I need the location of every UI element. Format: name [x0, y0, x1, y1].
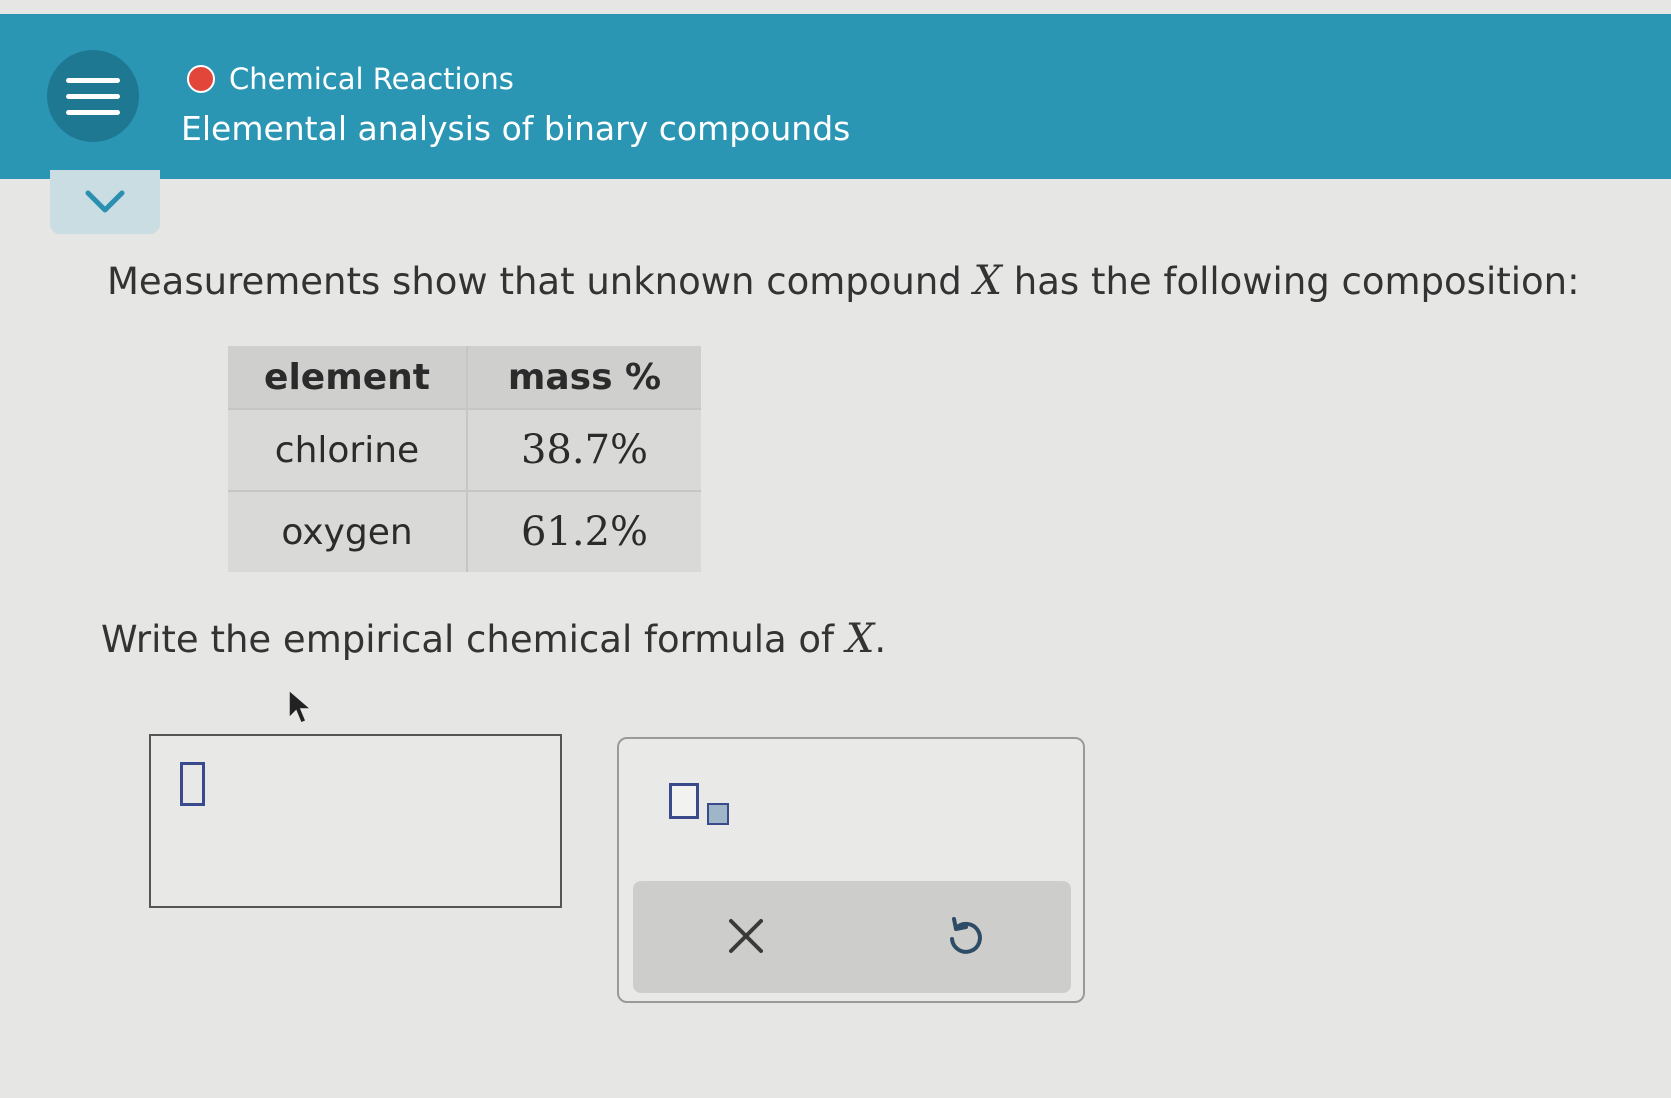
mouse-cursor-icon	[288, 688, 313, 724]
page-title: Elemental analysis of binary compounds	[181, 109, 851, 148]
element-cell: chlorine	[228, 408, 468, 491]
mass-percent-cell: 61.2%	[467, 490, 701, 572]
question-outro: has the following composition:	[1002, 260, 1580, 303]
question-text: Measurements show that unknown compound …	[107, 258, 1580, 304]
header-bar: Chemical Reactions Elemental analysis of…	[0, 14, 1671, 179]
column-header-element: element	[228, 346, 468, 409]
table-header-row: element mass %	[228, 346, 701, 409]
column-header-mass: mass %	[467, 346, 701, 409]
instruction-variable: X	[845, 616, 875, 662]
formula-toolbox	[617, 737, 1085, 1003]
topic-title: Chemical Reactions	[229, 62, 514, 96]
action-bar	[633, 881, 1071, 993]
instruction-end: .	[874, 618, 887, 661]
topic-breadcrumb: Chemical Reactions	[187, 62, 514, 96]
instruction-text: Write the empirical chemical formula of …	[101, 616, 886, 662]
undo-icon[interactable]	[940, 911, 990, 961]
input-placeholder-slot[interactable]	[180, 762, 205, 806]
composition-table: element mass % chlorine 38.7% oxygen 61.…	[228, 346, 701, 572]
close-icon[interactable]	[721, 911, 771, 961]
table-row: oxygen 61.2%	[228, 490, 701, 572]
question-intro: Measurements show that unknown compound	[107, 260, 974, 303]
chevron-down-icon	[85, 190, 125, 213]
hamburger-menu-icon[interactable]	[47, 50, 139, 142]
instruction-lead: Write the empirical chemical formula of	[101, 618, 846, 661]
element-cell: oxygen	[228, 490, 468, 572]
formula-answer-input[interactable]	[149, 734, 562, 908]
compound-variable: X	[973, 258, 1003, 304]
subscript-template-icon[interactable]	[669, 779, 739, 829]
collapse-button[interactable]	[50, 170, 160, 234]
mass-percent-cell: 38.7%	[467, 408, 701, 491]
table-row: chlorine 38.7%	[228, 408, 701, 491]
status-dot-icon	[187, 65, 215, 93]
